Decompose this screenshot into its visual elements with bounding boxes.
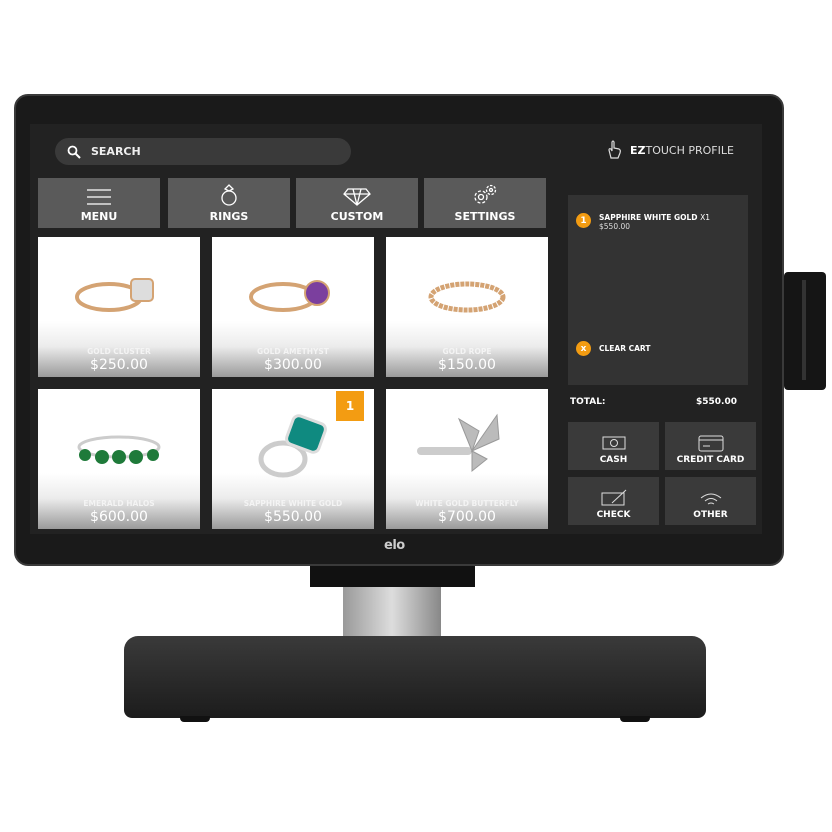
contactless-icon [700,493,721,505]
pay-label: CASH [599,455,628,465]
search-label: SEARCH [91,145,141,158]
hamburger-icon [87,189,111,205]
nav-custom[interactable]: CUSTOM [296,178,418,228]
search-bar[interactable]: SEARCH [55,138,351,165]
product-name: GOLD CLUSTER [87,347,151,356]
check-icon [601,489,626,506]
pay-cash-button[interactable]: CASH [568,422,659,470]
product-name: EMERALD HALOS [83,499,155,508]
product-price: $150.00 [438,357,496,373]
product-tile[interactable]: GOLD ROPE $150.00 [386,237,548,377]
gold-cluster-ring-image [75,278,154,312]
clear-cart-button[interactable]: x CLEAR CART [576,341,650,356]
product-price: $550.00 [264,509,322,525]
credit-card-icon [698,435,723,452]
product-name: SAPPHIRE WHITE GOLD [243,499,343,508]
gears-icon [474,184,497,204]
pay-credit-card-button[interactable]: CREDIT CARD [665,422,756,470]
product-name: GOLD AMETHYST [257,347,329,356]
ring-icon [221,184,237,206]
quantity-badge: 1 [336,391,364,421]
nav-rings[interactable]: RINGS [168,178,290,228]
pay-check-button[interactable]: CHECK [568,477,659,525]
pay-label: CHECK [596,510,631,520]
elo-logo: elo [384,538,405,553]
gold-amethyst-ring-image [249,280,330,312]
gold-rope-ring-image [428,281,506,313]
nav-menu[interactable]: MENU [38,178,160,228]
cart-panel: 1 SAPPHIRE WHITE GOLD X1 $550.00 x CLEAR… [568,195,748,385]
clear-icon: x [576,341,591,356]
cart-item-price: $550.00 [599,222,631,231]
stand-foot [180,716,210,722]
nav-label: RINGS [209,210,249,223]
product-name: GOLD ROPE [442,347,492,356]
profile-brand: EZ [630,143,646,157]
butterfly-ring-image [417,413,500,473]
pay-label: OTHER [693,510,728,520]
stand-base [124,636,706,718]
search-icon [67,145,81,159]
stand-neck [310,565,475,587]
card-reader [784,272,826,390]
product-tile[interactable]: 1 SAPPHIRE WHITE GOLD $550.00 [212,389,374,529]
touch-hand-icon [608,140,621,159]
product-tile[interactable]: WHITE GOLD BUTTERFLY $700.00 [386,389,548,529]
pay-other-button[interactable]: OTHER [665,477,756,525]
product-tile[interactable]: EMERALD HALOS $600.00 [38,389,200,529]
cart-item-name: SAPPHIRE WHITE GOLD [599,213,698,222]
profile-label: TOUCH PROFILE [645,143,734,157]
cash-icon [602,436,625,450]
product-price: $250.00 [90,357,148,373]
nav-label: MENU [80,210,118,223]
stand-foot [620,716,650,722]
eztouch-profile-button[interactable]: EZTOUCH PROFILE [606,140,734,160]
cart-item-mult: X1 [700,213,711,222]
product-price: $600.00 [90,509,148,525]
product-price: $700.00 [438,509,496,525]
product-tile[interactable]: GOLD CLUSTER $250.00 [38,237,200,377]
pay-label: CREDIT CARD [676,455,745,465]
nav-label: CUSTOM [330,210,384,223]
diamond-icon [343,188,371,206]
product-price: $300.00 [264,357,322,373]
cart-item[interactable]: 1 SAPPHIRE WHITE GOLD X1 $550.00 [576,213,710,231]
total-label: TOTAL: [570,397,606,407]
nav-settings[interactable]: SETTINGS [424,178,546,228]
clear-cart-label: CLEAR CART [599,344,651,353]
product-name: WHITE GOLD BUTTERFLY [415,499,519,508]
nav-label: SETTINGS [454,210,516,223]
total-value: $550.00 [696,397,737,407]
product-tile[interactable]: GOLD AMETHYST $300.00 [212,237,374,377]
cart-item-qty: 1 [576,213,591,228]
sapphire-white-gold-ring-image [258,414,327,478]
emerald-halos-ring-image [77,435,161,464]
